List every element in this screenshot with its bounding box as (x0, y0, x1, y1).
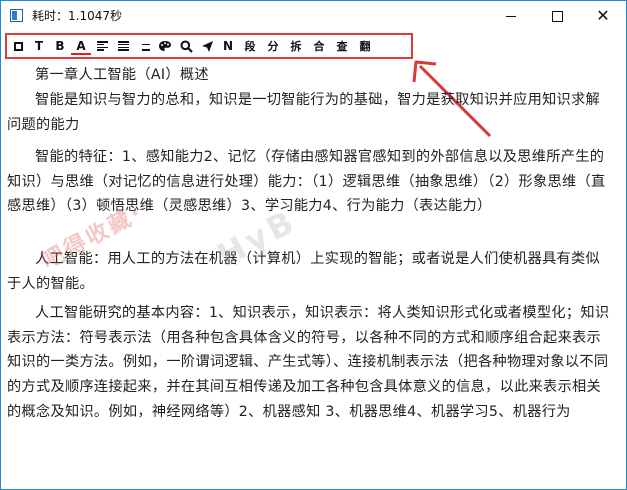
merge-button[interactable]: 合 (309, 36, 329, 56)
align-left-icon (96, 41, 108, 51)
paragraph: 智能是知识与智力的总和，知识是一切智能行为的基础，智力是获取知识并应用知识求解问… (7, 92, 601, 133)
document-heading: 第一章人工智能（AI）概述 (35, 67, 209, 83)
search-icon (180, 40, 193, 53)
minimize-icon (506, 15, 516, 17)
align-justify-icon (117, 41, 129, 51)
translate-button[interactable]: 翻 (355, 36, 375, 56)
font-button[interactable]: T (30, 36, 48, 56)
close-button[interactable]: ✕ (580, 1, 626, 31)
paragraph: 智能的特征：1、感知能力2、记忆（存储由感知器官感知到的外部信息以及思维所产生的… (7, 149, 606, 215)
align-justify-button[interactable] (114, 36, 132, 56)
bold-button[interactable]: B (51, 36, 69, 56)
search-button[interactable] (177, 36, 195, 56)
frame-toggle-button[interactable] (9, 36, 27, 56)
break-button[interactable]: 拆 (286, 36, 306, 56)
paragraph-button[interactable]: N (219, 36, 237, 56)
align-right-button[interactable] (135, 36, 153, 56)
font-color-button[interactable]: A (71, 36, 91, 56)
maximize-button[interactable] (534, 1, 580, 31)
maximize-icon (551, 10, 563, 22)
paragraph: 人工智能：用人工的方法在机器（计算机）上实现的智能；或者说是人们使机器具有类似于… (7, 251, 601, 292)
align-right-icon (139, 41, 150, 51)
paragraph: 人工智能研究的基本内容：1、知识表示，知识表示：将人类知识形式化或者模型化；知识… (7, 305, 610, 420)
palette-button[interactable] (156, 36, 174, 56)
ocr-result-text[interactable]: 第一章人工智能（AI）概述 智能是知识与智力的总和，知识是一切智能行为的基础，智… (1, 63, 626, 489)
toolbar: T B A N 段 分 拆 合 查 翻 (5, 33, 413, 59)
send-button[interactable] (198, 36, 216, 56)
app-window: 耗时：1.1047秒 ✕ T B A N 段 分 拆 合 查 翻 第一章人工智能… (0, 0, 627, 490)
title-bar: 耗时：1.1047秒 ✕ (1, 1, 626, 31)
minimize-button[interactable] (488, 1, 534, 31)
split-button[interactable]: 分 (263, 36, 283, 56)
close-icon: ✕ (596, 6, 610, 25)
align-left-button[interactable] (93, 36, 111, 56)
segment-button[interactable]: 段 (240, 36, 260, 56)
find-button[interactable]: 查 (332, 36, 352, 56)
window-title: 耗时：1.1047秒 (32, 9, 122, 23)
palette-icon (159, 41, 171, 51)
app-icon (10, 9, 23, 22)
square-icon (13, 41, 23, 51)
send-icon (201, 40, 213, 52)
